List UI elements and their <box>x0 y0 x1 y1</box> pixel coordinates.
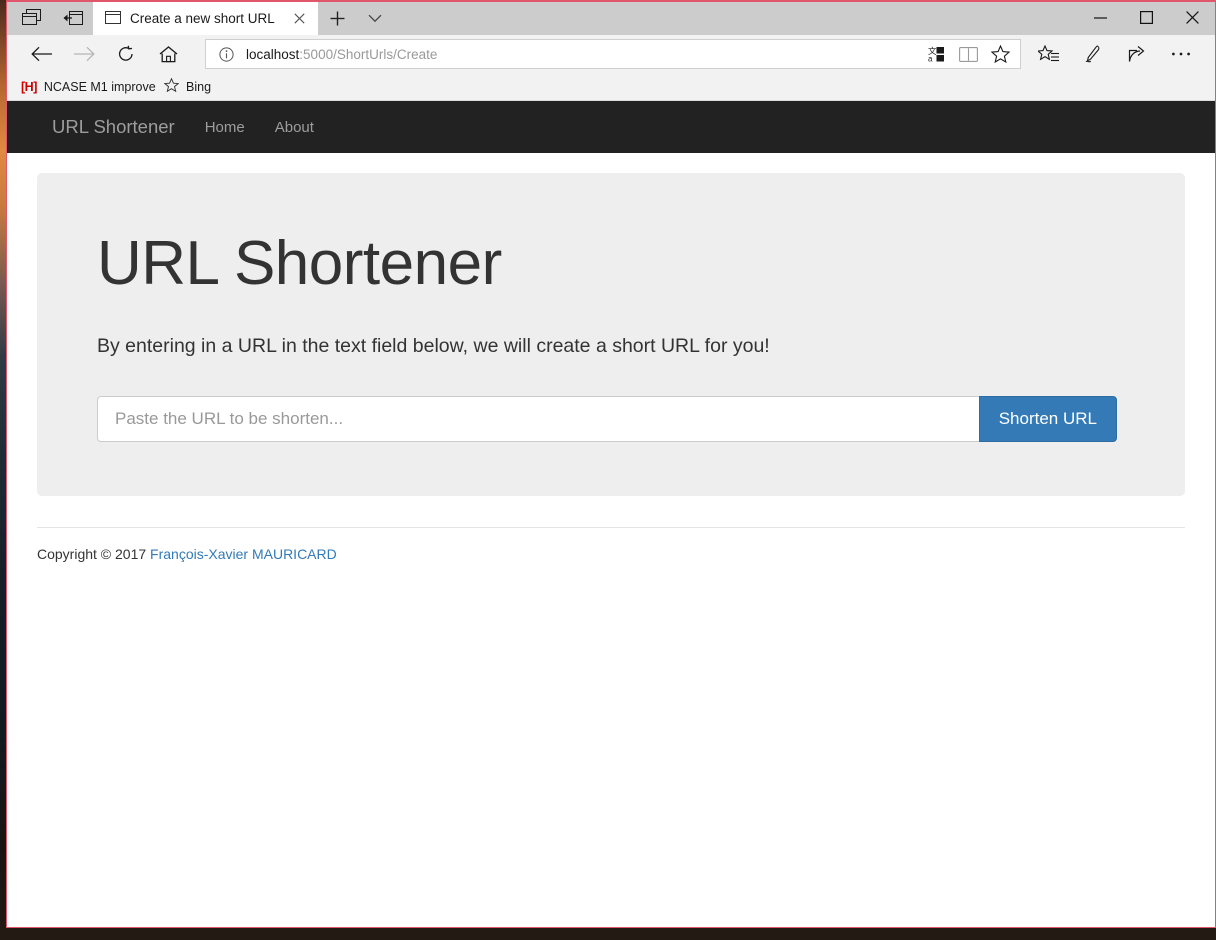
favorite-star-icon[interactable] <box>984 40 1016 68</box>
site-brand[interactable]: URL Shortener <box>37 116 190 138</box>
url-host: localhost <box>246 46 300 62</box>
translate-icon[interactable]: 文 a <box>920 40 952 68</box>
home-icon[interactable] <box>147 37 189 71</box>
minimize-icon[interactable] <box>1077 0 1123 35</box>
site-navbar: URL Shortener Home About <box>7 101 1215 153</box>
more-settings-icon[interactable] <box>1159 37 1203 71</box>
page-title: URL Shortener <box>97 229 502 298</box>
set-tabs-aside-icon[interactable] <box>17 3 45 33</box>
browser-window: Create a new short URL localhost:5000/Sh… <box>6 0 1216 928</box>
window-close-icon[interactable] <box>1169 0 1215 35</box>
favorite-item-bing[interactable]: Bing <box>156 78 221 95</box>
share-icon[interactable] <box>1115 37 1159 71</box>
back-arrow-icon[interactable] <box>21 37 63 71</box>
web-page-content: URL Shortener Home About URL Shortener B… <box>7 101 1215 926</box>
refresh-icon[interactable] <box>105 37 147 71</box>
favorite-item-label: NCASE M1 improvem <box>43 79 156 94</box>
url-path: :5000/ShortUrls/Create <box>299 46 438 62</box>
new-tab-button[interactable] <box>318 2 358 35</box>
favorite-item-label: Bing <box>186 79 212 94</box>
url-input[interactable] <box>97 396 979 443</box>
tab-strip: Create a new short URL <box>7 0 1215 35</box>
tabs-set-aside-icon[interactable] <box>59 3 87 33</box>
svg-text:a: a <box>928 55 933 63</box>
ncase-favicon: [H] <box>21 79 37 94</box>
url-input-group: Shorten URL <box>97 396 1117 443</box>
hub-favorites-icon[interactable] <box>1027 37 1071 71</box>
footer: Copyright © 2017 François-Xavier MAURICA… <box>37 546 1185 562</box>
web-note-icon[interactable] <box>1071 37 1115 71</box>
page-lead-text: By entering in a URL in the text field b… <box>97 335 770 358</box>
browser-toolbar: localhost:5000/ShortUrls/Create 文 a <box>7 35 1215 73</box>
page-container: URL Shortener By entering in a URL in th… <box>7 173 1215 562</box>
star-icon <box>163 78 180 95</box>
shorten-url-button[interactable]: Shorten URL <box>978 396 1117 443</box>
nav-link-home[interactable]: Home <box>190 119 260 136</box>
jumbotron: URL Shortener By entering in a URL in th… <box>37 173 1185 496</box>
footer-author-link[interactable]: François-Xavier MAURICARD <box>150 546 337 562</box>
tab-close-icon[interactable] <box>290 9 310 29</box>
chevron-down-icon[interactable] <box>358 2 392 35</box>
maximize-icon[interactable] <box>1123 0 1169 35</box>
favorite-item-ncase[interactable]: [H] NCASE M1 improvem <box>21 80 156 94</box>
address-bar-url: localhost:5000/ShortUrls/Create <box>246 47 920 62</box>
footer-copyright: Copyright © 2017 <box>37 546 147 562</box>
reading-view-icon[interactable] <box>952 40 984 68</box>
footer-divider <box>37 527 1185 528</box>
nav-link-about[interactable]: About <box>260 119 329 136</box>
window-controls <box>1077 0 1215 35</box>
favorites-bar: [H] NCASE M1 improvem Bing <box>7 73 1215 101</box>
tab-strip-left-buttons <box>7 0 93 35</box>
forward-arrow-icon <box>63 37 105 71</box>
info-icon[interactable] <box>216 44 236 64</box>
browser-tab-active[interactable]: Create a new short URL <box>93 2 318 35</box>
page-icon <box>105 10 121 27</box>
address-bar[interactable]: localhost:5000/ShortUrls/Create 文 a <box>205 39 1021 69</box>
tab-title: Create a new short URL <box>130 11 275 26</box>
